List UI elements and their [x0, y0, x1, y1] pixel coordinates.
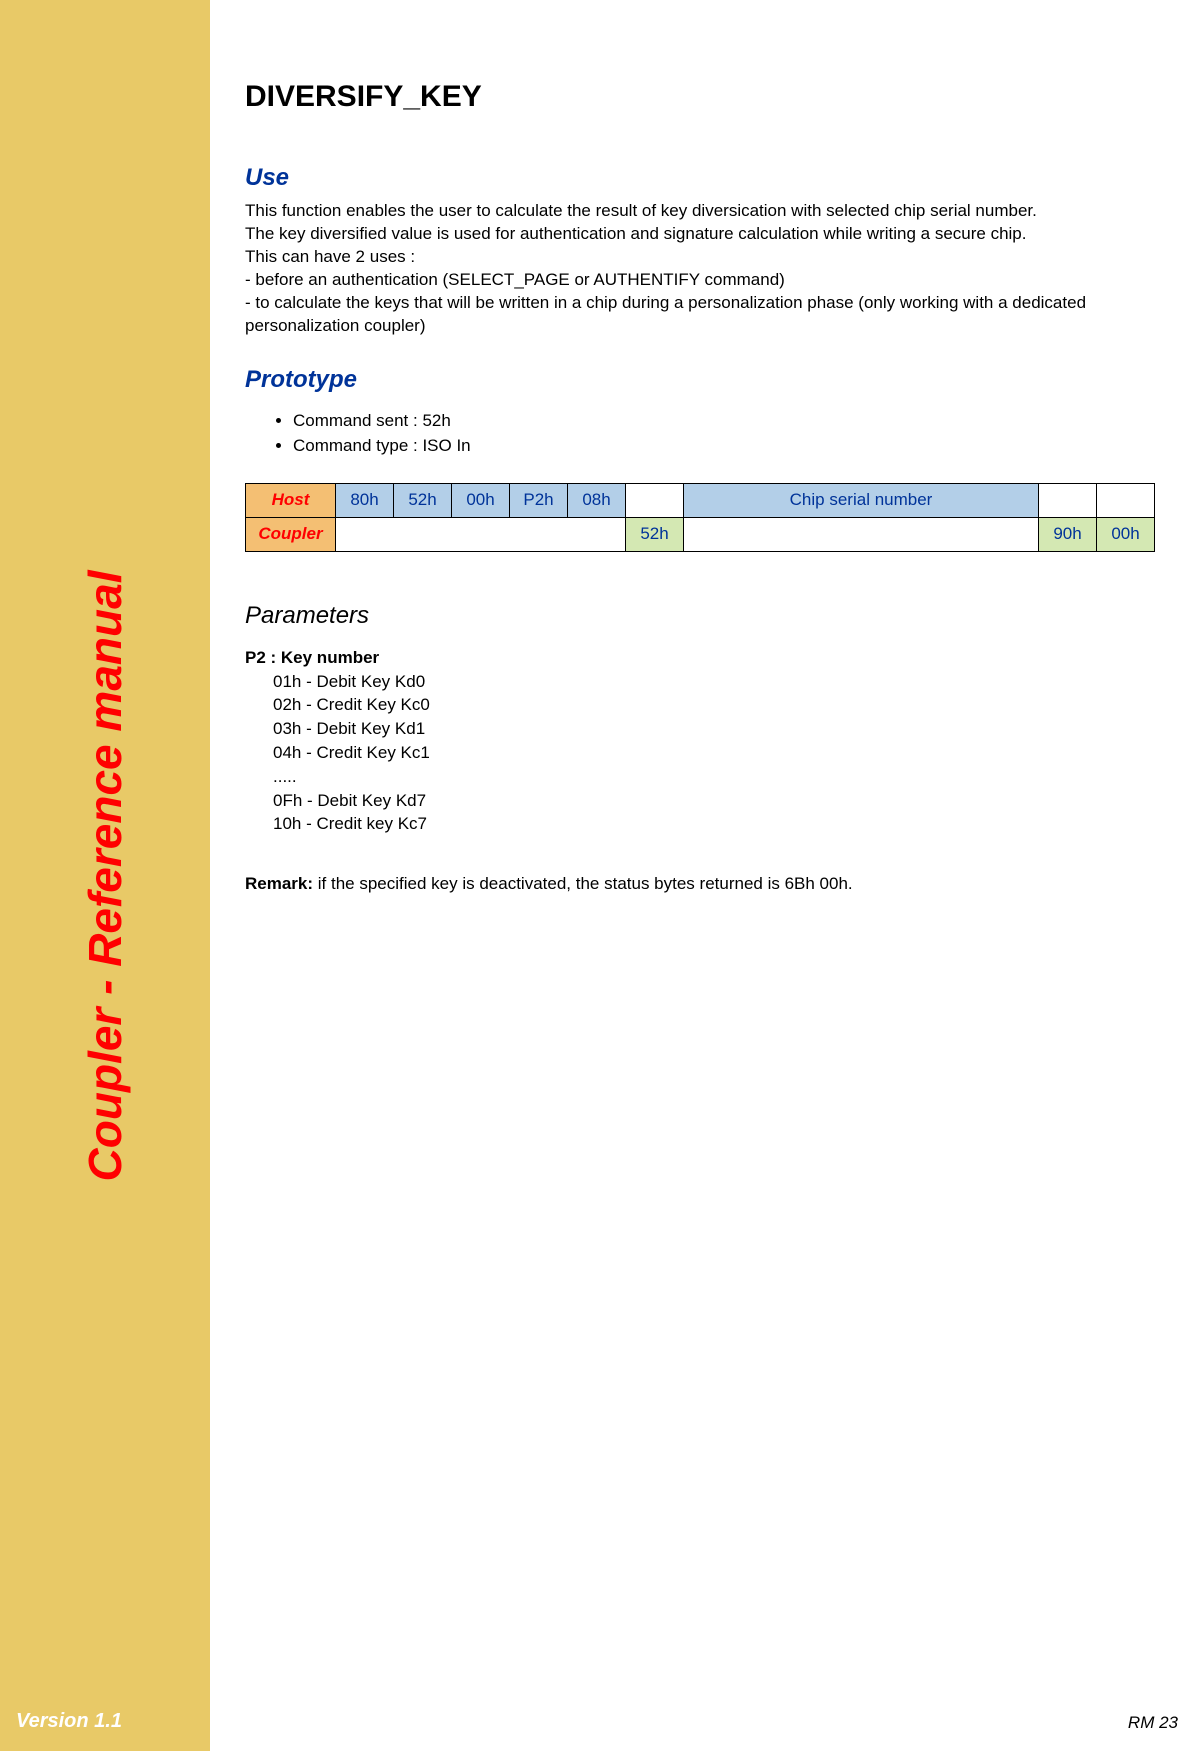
- version-label: Version 1.1: [16, 1710, 122, 1733]
- remark-text: if the specified key is deactivated, the…: [313, 874, 853, 893]
- proto-b2: Command type : ISO In: [293, 433, 1155, 459]
- p2-item: .....: [273, 765, 1155, 789]
- coupler-resp: 52h: [626, 517, 684, 551]
- coupler-row: Coupler 52h 90h 00h: [246, 517, 1155, 551]
- prototype-section: Prototype Command sent : 52h Command typ…: [245, 366, 1155, 552]
- remark-label: Remark:: [245, 874, 313, 893]
- parameters-section: Parameters P2 : Key number 01h - Debit K…: [245, 602, 1155, 895]
- host-empty2: [1039, 483, 1097, 517]
- host-lc: 08h: [568, 483, 626, 517]
- proto-b1: Command sent : 52h: [293, 408, 1155, 434]
- command-table: Host 80h 52h 00h P2h 08h Chip serial num…: [245, 483, 1155, 552]
- doc-title-vertical: Coupler - Reference manual: [78, 570, 132, 1181]
- p2-title: P2 : Key number: [245, 648, 1155, 668]
- coupler-sw1: 90h: [1039, 517, 1097, 551]
- host-empty: [626, 483, 684, 517]
- use-p1: This function enables the user to calcul…: [245, 200, 1155, 223]
- host-chip-serial: Chip serial number: [684, 483, 1039, 517]
- p2-item: 04h - Credit Key Kc1: [273, 741, 1155, 765]
- coupler-sw2: 00h: [1097, 517, 1155, 551]
- host-p2: P2h: [510, 483, 568, 517]
- use-p3: This can have 2 uses :: [245, 246, 1155, 269]
- sidebar: Coupler - Reference manual Version 1.1: [0, 0, 210, 1751]
- main-content: DIVERSIFY_KEY Use This function enables …: [245, 80, 1155, 894]
- use-p4: - before an authentication (SELECT_PAGE …: [245, 269, 1155, 292]
- use-heading: Use: [245, 164, 1155, 192]
- p2-item: 10h - Credit key Kc7: [273, 812, 1155, 836]
- coupler-empty2: [684, 517, 1039, 551]
- host-row: Host 80h 52h 00h P2h 08h Chip serial num…: [246, 483, 1155, 517]
- use-p5: - to calculate the keys that will be wri…: [245, 292, 1155, 338]
- use-section: Use This function enables the user to ca…: [245, 164, 1155, 338]
- p2-item: 01h - Debit Key Kd0: [273, 670, 1155, 694]
- host-cla: 80h: [336, 483, 394, 517]
- use-p2: The key diversified value is used for au…: [245, 223, 1155, 246]
- remark: Remark: if the specified key is deactiva…: [245, 874, 1155, 894]
- host-empty3: [1097, 483, 1155, 517]
- prototype-heading: Prototype: [245, 366, 1155, 394]
- p2-item: 0Fh - Debit Key Kd7: [273, 789, 1155, 813]
- page-title: DIVERSIFY_KEY: [245, 80, 1155, 114]
- parameters-heading: Parameters: [245, 602, 1155, 630]
- coupler-empty1: [336, 517, 626, 551]
- p2-list: 01h - Debit Key Kd0 02h - Credit Key Kc0…: [273, 670, 1155, 837]
- coupler-label-cell: Coupler: [246, 517, 336, 551]
- page-number: RM 23: [1128, 1713, 1178, 1733]
- prototype-list: Command sent : 52h Command type : ISO In: [293, 408, 1155, 459]
- host-label-cell: Host: [246, 483, 336, 517]
- p2-item: 02h - Credit Key Kc0: [273, 693, 1155, 717]
- host-ins: 52h: [394, 483, 452, 517]
- host-p1: 00h: [452, 483, 510, 517]
- p2-item: 03h - Debit Key Kd1: [273, 717, 1155, 741]
